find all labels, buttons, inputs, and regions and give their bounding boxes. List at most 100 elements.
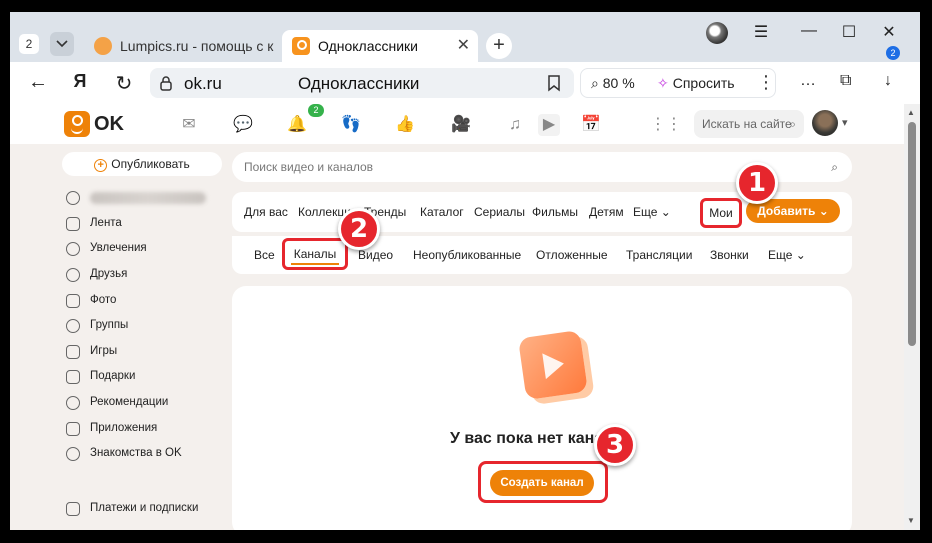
downloads-badge: 2 xyxy=(886,46,900,60)
tab-odnoklassniki[interactable]: Одноклассники ✕ xyxy=(282,30,478,62)
category-for-you[interactable]: Для вас xyxy=(244,205,288,219)
chevron-down-icon: ⌄ xyxy=(660,205,671,219)
publish-button[interactable]: + Опубликовать xyxy=(62,152,222,176)
gift-icon xyxy=(66,370,80,384)
subtab-channels[interactable]: Каналы xyxy=(282,238,348,270)
zoom-indicator[interactable]: ⌕ 80 % xyxy=(591,75,635,92)
subtab-scheduled[interactable]: Отложенные xyxy=(536,248,608,262)
messages-icon[interactable]: ✉ xyxy=(178,114,200,136)
page-scrollbar[interactable]: ▲ ▼ xyxy=(904,104,920,530)
reload-icon[interactable]: ↻ xyxy=(112,71,136,96)
sidebar-item-label: Знакомства в OK xyxy=(90,447,182,459)
notifications-icon[interactable]: 🔔 xyxy=(286,114,308,136)
menu-icon[interactable]: ☰ xyxy=(750,22,772,42)
category-movies[interactable]: Фильмы xyxy=(532,205,578,219)
step-marker-3: 3 xyxy=(594,424,636,466)
add-video-label: Добавить xyxy=(757,204,816,218)
chevron-down-icon xyxy=(56,40,68,48)
step-marker-2: 2 xyxy=(338,208,380,250)
bookmark-icon[interactable] xyxy=(546,74,562,92)
subtab-video[interactable]: Видео xyxy=(358,248,393,262)
page-title: Одноклассники xyxy=(298,74,420,93)
close-tab-icon[interactable]: ✕ xyxy=(457,30,470,62)
photo-icon xyxy=(66,294,80,308)
scroll-down-icon[interactable]: ▼ xyxy=(907,516,915,525)
groups-icon xyxy=(66,319,80,333)
profile-avatar[interactable] xyxy=(706,22,728,44)
apps-grid-icon[interactable]: ⋮⋮ xyxy=(650,114,682,136)
sidebar-item-label: Подарки xyxy=(90,370,136,382)
dating-icon xyxy=(66,447,80,461)
chevron-down-icon: ⌄ xyxy=(818,204,829,218)
category-series[interactable]: Сериалы xyxy=(474,205,525,219)
sidebar-item-label: Рекомендации xyxy=(90,396,169,408)
sidebar-item-label: Платежи и подписки xyxy=(90,502,199,514)
subtab-all[interactable]: Все xyxy=(254,248,275,262)
back-arrow-icon[interactable]: ← xyxy=(26,71,50,94)
video-play-icon[interactable]: ▶ xyxy=(538,114,560,136)
payments-icon xyxy=(66,502,80,516)
more-horizontal-icon[interactable]: … xyxy=(800,72,816,90)
yandex-icon[interactable]: Я xyxy=(68,71,92,92)
ask-button[interactable]: ✧ Спросить xyxy=(657,75,735,92)
tab-lumpics[interactable]: Lumpics.ru - помощь с ком xyxy=(84,30,274,62)
more-vertical-icon[interactable]: ⋮ xyxy=(757,72,775,93)
sidebar-item-label: Группы xyxy=(90,319,129,331)
url-text: ok.ru xyxy=(184,74,222,93)
blurred-user-name xyxy=(90,192,206,204)
tabs-dropdown-button[interactable] xyxy=(50,32,74,56)
likes-icon[interactable]: 👍 xyxy=(394,114,416,136)
sidebar-item-label: Игры xyxy=(90,345,118,357)
friends-icon xyxy=(66,268,80,282)
discussions-icon[interactable]: 💬 xyxy=(232,114,254,136)
extensions-icon[interactable]: ⧉ xyxy=(840,72,851,90)
home-icon xyxy=(66,217,80,231)
step-marker-1: 1 xyxy=(736,162,778,204)
tab-title: Одноклассники xyxy=(318,38,419,54)
subtab-unpublished[interactable]: Неопубликованные xyxy=(413,248,521,262)
minimize-icon[interactable]: — xyxy=(798,22,820,40)
sidebar-item-label: Увлечения xyxy=(90,242,147,254)
music-icon[interactable]: ♫ xyxy=(504,114,526,136)
site-search-placeholder: Искать на сайте xyxy=(702,117,792,131)
sidebar-item-label: Приложения xyxy=(90,422,158,434)
maximize-icon[interactable]: ☐ xyxy=(838,22,860,42)
close-window-icon[interactable]: ✕ xyxy=(878,22,900,42)
plus-icon: + xyxy=(94,159,108,172)
sidebar-item-label: Фото xyxy=(90,294,117,306)
calendar-icon[interactable]: 📅 xyxy=(580,114,602,136)
video-camera-icon[interactable]: 🎥 xyxy=(450,114,472,136)
tab-title: Lumpics.ru - помощь с ком xyxy=(120,38,274,54)
publish-label: Опубликовать xyxy=(111,157,190,171)
category-more[interactable]: Еще ⌄ xyxy=(633,205,671,219)
profile-icon xyxy=(66,191,80,205)
subtab-streams[interactable]: Трансляции xyxy=(626,248,692,262)
tab-count-button[interactable]: 2 xyxy=(19,34,39,54)
browser-window: 2 Lumpics.ru - помощь с ком Одноклассник… xyxy=(10,12,920,530)
new-tab-button[interactable]: + xyxy=(486,33,512,59)
category-more-label: Еще xyxy=(633,205,658,219)
downloads-icon[interactable]: ↓ xyxy=(884,72,892,90)
scroll-thumb[interactable] xyxy=(908,122,916,346)
ask-label: Спросить xyxy=(672,75,735,91)
zoom-value: 80 % xyxy=(602,75,635,91)
empty-channels-panel: У вас пока нет каналов Создать канал xyxy=(232,286,852,530)
sidebar-item-label: Друзья xyxy=(90,268,128,280)
subtab-more[interactable]: Еще ⌄ xyxy=(768,248,806,262)
subtab-calls[interactable]: Звонки xyxy=(710,248,749,262)
my-videos-tab[interactable]: Мои xyxy=(700,198,742,228)
category-catalog[interactable]: Каталог xyxy=(420,205,464,219)
chevron-down-icon[interactable]: ▾ xyxy=(842,116,848,129)
ok-logo-icon[interactable] xyxy=(64,111,90,137)
category-kids[interactable]: Детям xyxy=(589,205,624,219)
ok-favicon-icon xyxy=(292,37,310,55)
url-field[interactable]: ok.ru Одноклассники xyxy=(150,68,574,98)
ok-logo-text[interactable]: OK xyxy=(94,113,124,136)
user-avatar[interactable] xyxy=(812,110,838,136)
site-header: OK ✉ 💬 🔔 2 👣 👍 🎥 ♫ ▶ 📅 ⋮⋮ Искать на сайт… xyxy=(10,104,904,144)
create-channel-button[interactable]: Создать канал xyxy=(490,470,594,496)
scroll-up-icon[interactable]: ▲ xyxy=(907,108,915,117)
guests-icon[interactable]: 👣 xyxy=(340,114,362,136)
site-search-input[interactable]: Искать на сайте ⌕ xyxy=(694,110,804,138)
lumpics-favicon-icon xyxy=(94,37,112,55)
